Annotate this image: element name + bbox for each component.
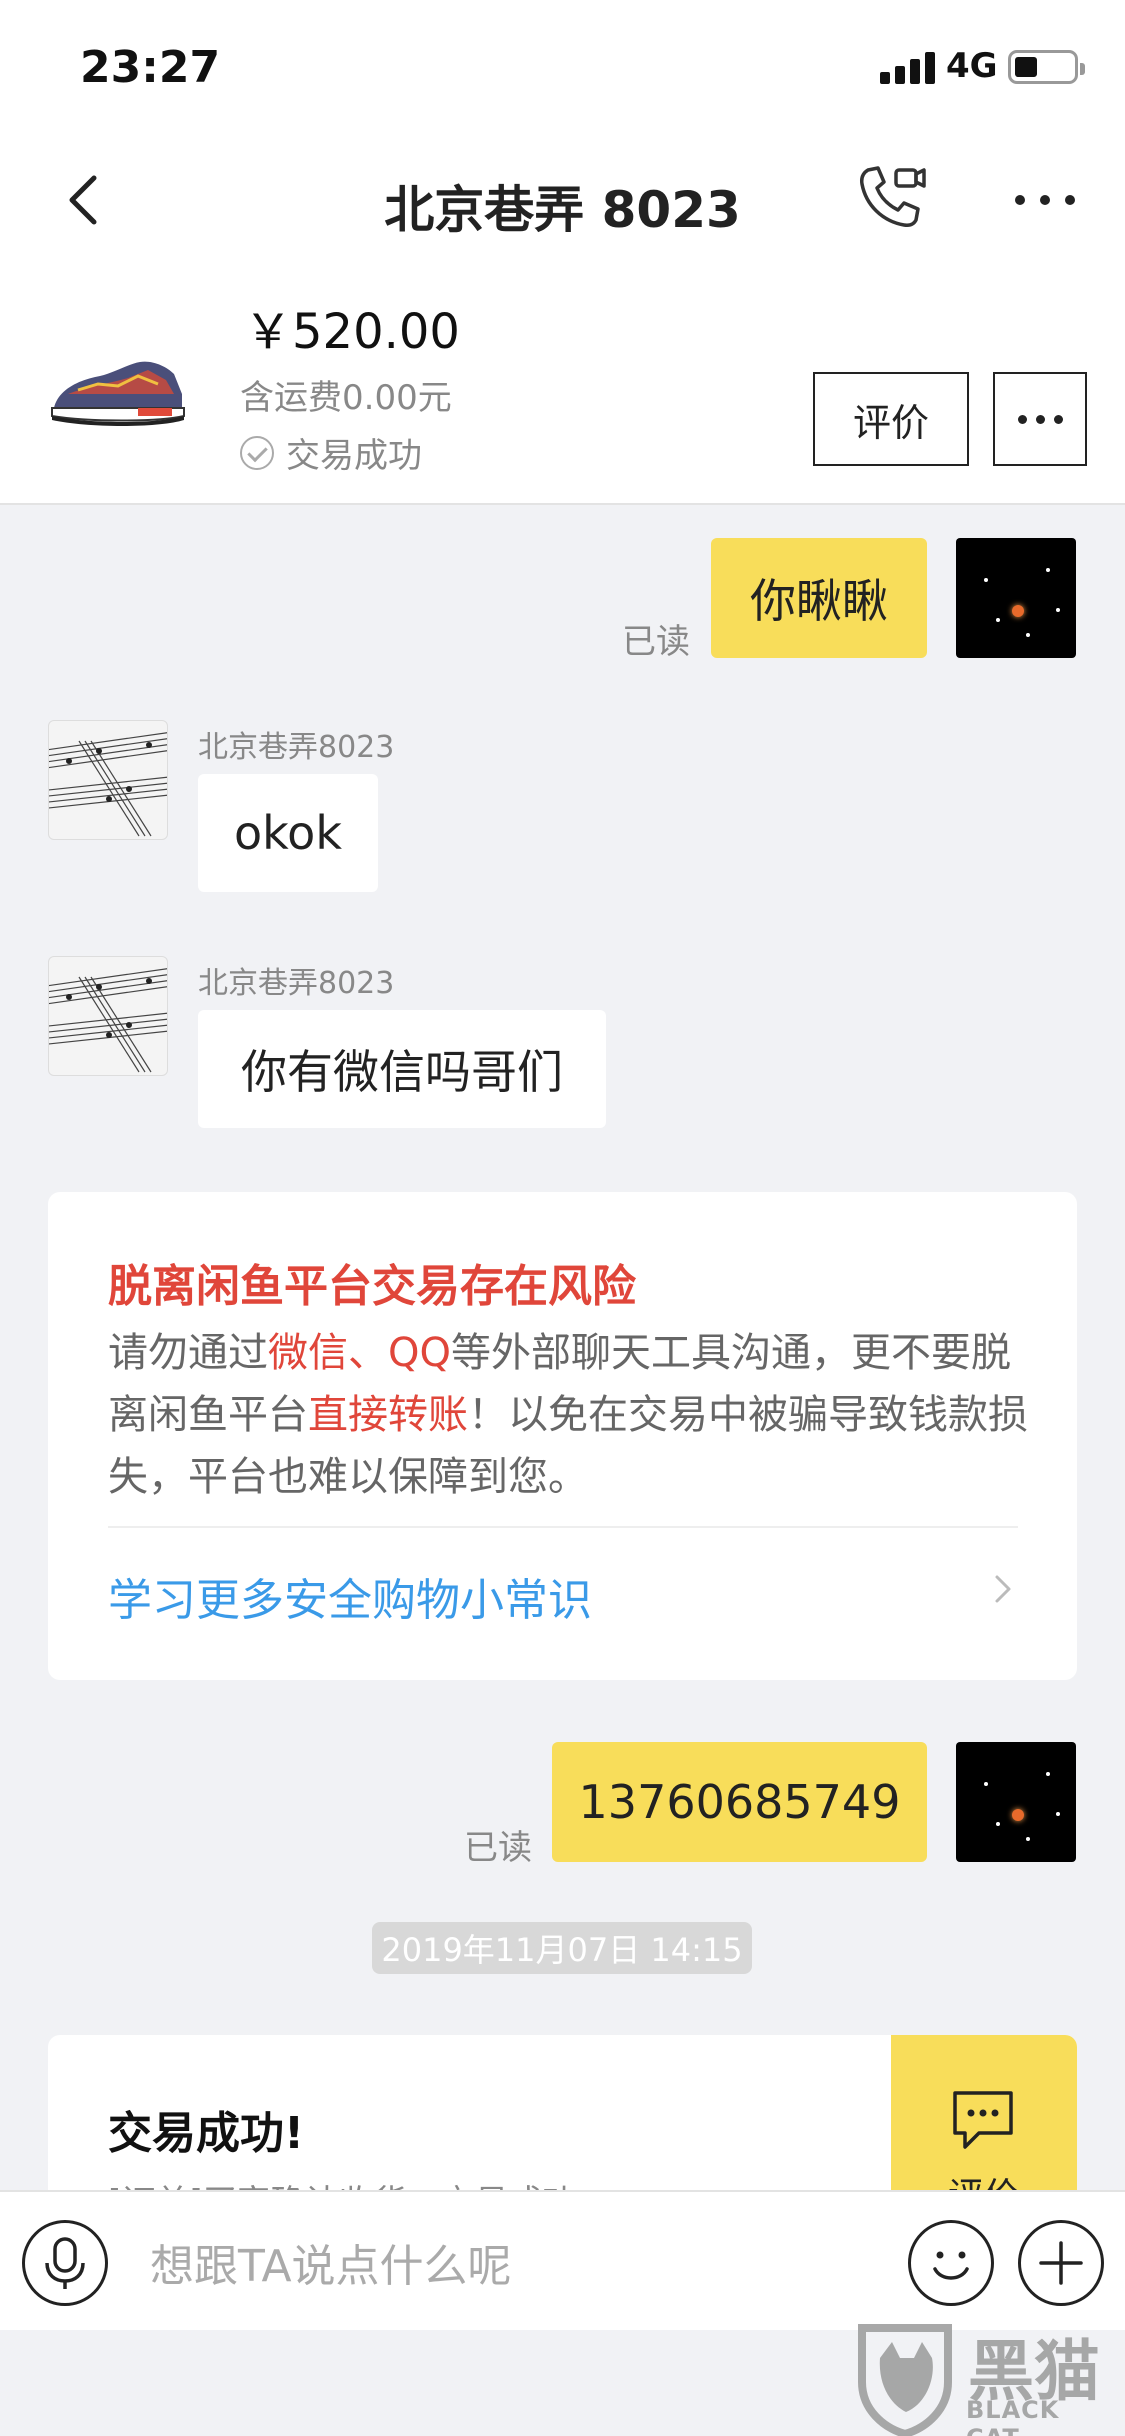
sheet-music-icon <box>49 968 167 1073</box>
read-receipt: 已读 <box>622 622 690 662</box>
warning-title: 脱离闲鱼平台交易存在风险 <box>108 1261 636 1312</box>
chevron-right-icon[interactable] <box>988 1574 1018 1604</box>
network-type: 4G <box>946 46 998 86</box>
trade-status: 交易成功 <box>240 428 422 477</box>
other-avatar[interactable] <box>48 956 168 1076</box>
more-dot-icon <box>1017 414 1027 424</box>
warning-highlight: 直接转账 <box>308 1392 468 1438</box>
safety-tips-link[interactable]: 学习更多安全购物小常识 <box>108 1564 592 1628</box>
warning-body: 请勿通过微信、QQ等外部聊天工具沟通，更不要脱离闲鱼平台直接转账！以免在交易中被… <box>108 1330 1028 1500</box>
item-more-button[interactable] <box>993 372 1087 466</box>
plus-icon <box>1039 2241 1083 2285</box>
emoji-button[interactable] <box>908 2220 994 2306</box>
status-bar: 23:27 4G <box>0 0 1125 140</box>
black-cat-watermark: 黑猫 BLACK CAT <box>850 2318 1120 2436</box>
watermark-subtext: BLACK CAT <box>966 2396 1060 2436</box>
more-icon[interactable] <box>1010 180 1080 220</box>
my-message-bubble[interactable]: 你瞅瞅 <box>711 538 927 658</box>
sender-name: 北京巷弄8023 <box>198 966 395 1001</box>
item-price: ￥520.00 <box>244 304 460 360</box>
sheet-music-icon <box>49 732 167 837</box>
my-message-bubble[interactable]: 13760685749 <box>552 1742 927 1862</box>
trade-card-title: 交易成功! <box>108 2108 305 2159</box>
message-input[interactable]: 想跟TA说点什么呢 <box>150 2222 870 2302</box>
nav-bar: 北京巷弄 8023 <box>0 140 1125 260</box>
rate-button[interactable]: 评价 <box>813 372 969 466</box>
microphone-icon <box>45 2237 85 2289</box>
page-title: 北京巷弄 8023 <box>384 181 741 239</box>
my-avatar[interactable] <box>956 538 1076 658</box>
battery-icon <box>1008 50 1085 84</box>
cat-shield-icon <box>858 2324 952 2436</box>
chat-timestamp: 2019年11月07日 14:15 <box>372 1922 752 1974</box>
voice-button[interactable] <box>22 2220 108 2306</box>
my-avatar[interactable] <box>956 1742 1076 1862</box>
divider <box>108 1526 1018 1528</box>
check-circle-icon <box>240 435 274 470</box>
read-receipt: 已读 <box>464 1828 532 1868</box>
sender-name: 北京巷弄8023 <box>198 730 395 765</box>
call-icon[interactable] <box>852 160 928 236</box>
other-avatar[interactable] <box>48 720 168 840</box>
shipping-fee: 含运费0.00元 <box>240 378 452 418</box>
smile-icon <box>933 2251 969 2280</box>
other-message-bubble[interactable]: okok <box>198 774 378 892</box>
status-time: 23:27 <box>80 42 221 93</box>
warning-highlight: 微信、QQ <box>268 1330 451 1376</box>
other-message-bubble[interactable]: 你有微信吗哥们 <box>198 1010 606 1128</box>
risk-warning-card: 脱离闲鱼平台交易存在风险 请勿通过微信、QQ等外部聊天工具沟通，更不要脱离闲鱼平… <box>48 1192 1077 1680</box>
signal-icon <box>880 50 936 84</box>
message-icon <box>953 2091 1013 2149</box>
add-button[interactable] <box>1018 2220 1104 2306</box>
sneaker-thumbnail[interactable] <box>48 350 188 430</box>
input-bar: 想跟TA说点什么呢 <box>0 2190 1125 2330</box>
item-card[interactable]: ￥520.00 含运费0.00元 交易成功 评价 <box>0 260 1125 505</box>
trade-status-label: 交易成功 <box>286 436 422 476</box>
